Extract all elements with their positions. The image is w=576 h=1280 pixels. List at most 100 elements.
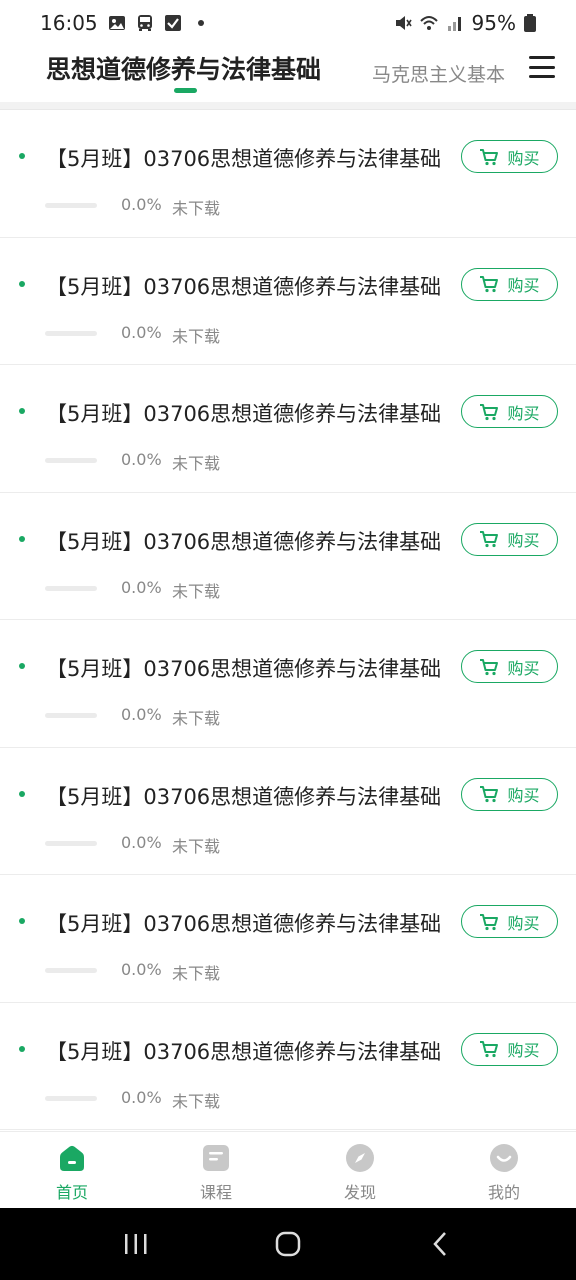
course-title: 【5月班】03706思想道德修养与法律基础: [46, 274, 442, 299]
menu-button[interactable]: [529, 56, 555, 78]
buy-button[interactable]: 购买: [461, 1032, 558, 1066]
nav-profile[interactable]: 我的: [432, 1132, 576, 1208]
course-list-item[interactable]: 【5月班】03706思想道德修养与法律基础 0.0% 未下载 购买: [0, 493, 576, 620]
cart-icon: [480, 786, 499, 803]
header-tabs: 思想道德修养与法律基础 马克思主义基本: [0, 46, 576, 102]
header-divider: [0, 102, 576, 110]
buy-label: 购买: [507, 658, 540, 678]
progress-percent: 0.0%: [121, 1087, 162, 1107]
progress-bar: [45, 203, 97, 208]
download-status: 未下载: [172, 1091, 221, 1111]
course-title: 【5月班】03706思想道德修养与法律基础: [46, 529, 442, 554]
progress-percent: 0.0%: [121, 450, 162, 469]
course-title: 【5月班】03706思想道德修养与法律基础: [46, 784, 442, 809]
bullet-dot: [19, 1045, 25, 1052]
bullet-dot: [19, 663, 25, 669]
tab-current-course[interactable]: 思想道德修养与法律基础: [46, 50, 321, 86]
course-list-item[interactable]: 【5月班】03706思想道德修养与法律基础 0.0% 未下载 购买: [0, 365, 576, 493]
nav-home[interactable]: 首页: [0, 1132, 144, 1208]
buy-button[interactable]: 购买: [461, 140, 558, 173]
progress-bar: [45, 330, 97, 336]
download-status: 未下载: [172, 964, 221, 983]
buy-button[interactable]: 购买: [461, 650, 558, 683]
signal-icon: [447, 17, 461, 31]
wifi-icon: [419, 16, 438, 30]
download-status: 未下载: [172, 454, 221, 473]
course-list-item[interactable]: 【5月班】03706思想道德修养与法律基础 0.0% 未下载 购买: [0, 238, 576, 365]
buy-label: 购买: [507, 786, 540, 805]
course-title: 【5月班】03706思想道德修养与法律基础: [46, 912, 442, 936]
course-list-item[interactable]: 【5月班】03706思想道德修养与法律基础 0.0% 未下载 购买: [0, 110, 576, 238]
buy-label: 购买: [507, 403, 540, 423]
progress-bar: [45, 458, 97, 463]
buy-label: 购买: [507, 913, 540, 933]
course-list: 【5月班】03706思想道德修养与法律基础 0.0% 未下载 购买 【5月班】0…: [0, 110, 576, 1130]
progress-bar: [45, 585, 97, 591]
cart-icon: [480, 531, 499, 548]
bus-icon: [137, 15, 152, 31]
buy-button[interactable]: 购买: [461, 905, 558, 938]
tab-next-course[interactable]: 马克思主义基本: [372, 60, 505, 87]
nav-courses[interactable]: 课程: [144, 1132, 288, 1208]
course-title: 【5月班】03706思想道德修养与法律基础: [46, 402, 442, 426]
download-status: 未下载: [172, 199, 221, 218]
cart-icon: [480, 148, 499, 165]
menu-icon: [529, 56, 555, 59]
home-button[interactable]: [268, 1224, 308, 1264]
nav-discover[interactable]: 发现: [288, 1132, 432, 1208]
cart-icon: [480, 1041, 499, 1058]
buy-button[interactable]: 购买: [461, 395, 558, 428]
download-status: 未下载: [172, 709, 221, 728]
buy-button[interactable]: 购买: [461, 522, 558, 556]
battery-icon: [524, 14, 536, 32]
buy-label: 购买: [507, 1041, 540, 1060]
bullet-dot: [19, 790, 25, 797]
active-tab-indicator: [174, 88, 197, 93]
bullet-dot: [19, 408, 25, 414]
course-title: 【5月班】03706思想道德修养与法律基础: [46, 1039, 442, 1064]
progress-percent: 0.0%: [121, 832, 162, 852]
nav-label: 发现: [343, 1183, 376, 1202]
download-status: 未下载: [172, 836, 221, 856]
buy-label: 购买: [507, 531, 540, 550]
back-chevron-icon: [433, 1232, 446, 1256]
buy-button[interactable]: 购买: [461, 777, 558, 811]
battery-percent: 95%: [471, 11, 516, 35]
progress-percent: 0.0%: [121, 705, 162, 724]
course-title: 【5月班】03706思想道德修养与法律基础: [46, 147, 442, 171]
progress-percent: 0.0%: [121, 960, 162, 979]
status-bar: 16:05 95%: [0, 0, 576, 46]
recent-apps-button[interactable]: [116, 1224, 156, 1264]
profile-icon: [490, 1144, 518, 1172]
buy-label: 购买: [507, 276, 540, 295]
course-list-item[interactable]: 【5月班】03706思想道德修养与法律基础 0.0% 未下载 购买: [0, 748, 576, 875]
bullet-dot: [19, 153, 25, 159]
buy-button[interactable]: 购买: [461, 267, 558, 301]
cart-icon: [480, 913, 499, 930]
progress-bar: [45, 840, 97, 846]
menu-icon-bar: [529, 65, 555, 69]
progress-bar: [45, 1095, 97, 1101]
course-list-item[interactable]: 【5月班】03706思想道德修养与法律基础 0.0% 未下载 购买: [0, 1003, 576, 1130]
bullet-dot: [19, 918, 25, 924]
progress-percent: 0.0%: [121, 195, 162, 214]
system-nav-bar: [0, 1208, 576, 1280]
back-button[interactable]: [420, 1224, 460, 1264]
course-title: 【5月班】03706思想道德修养与法律基础: [46, 657, 442, 681]
course-list-item[interactable]: 【5月班】03706思想道德修养与法律基础 0.0% 未下载 购买: [0, 620, 576, 748]
course-list-item[interactable]: 【5月班】03706思想道德修养与法律基础 0.0% 未下载 购买: [0, 875, 576, 1003]
mute-icon: [395, 16, 412, 30]
course-icon: [203, 1145, 229, 1171]
progress-bar: [45, 968, 97, 973]
notification-dot-icon: [197, 20, 204, 26]
nav-label: 课程: [199, 1183, 232, 1202]
bullet-dot: [19, 280, 25, 287]
nav-label: 我的: [487, 1183, 520, 1202]
nav-label: 首页: [55, 1183, 88, 1202]
menu-icon-bar: [529, 75, 555, 78]
buy-label: 购买: [507, 148, 540, 168]
home-circle-icon: [275, 1231, 301, 1257]
recent-apps-icon: [125, 1234, 147, 1254]
gallery-icon: [108, 16, 125, 30]
cart-icon: [480, 658, 499, 675]
